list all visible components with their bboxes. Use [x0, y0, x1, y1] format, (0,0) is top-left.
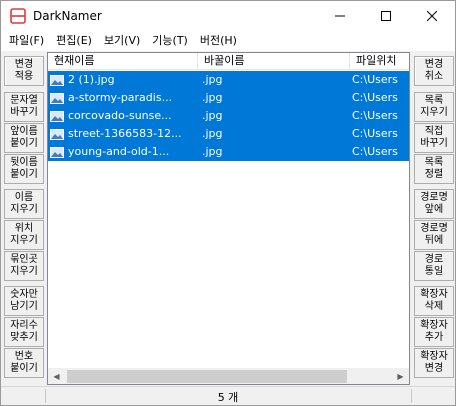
- menu-bar: 파일(F) 편집(E) 보기(V) 기능(T) 버전(H): [1, 31, 455, 51]
- menu-view[interactable]: 보기(V): [98, 32, 146, 50]
- list-item[interactable]: 2 (1).jpg .jpg C:\Users: [48, 71, 409, 89]
- current-name-cell: 2 (1).jpg: [68, 73, 115, 86]
- maximize-icon: [381, 11, 391, 21]
- minimize-icon: [335, 15, 345, 17]
- maximize-button[interactable]: [363, 1, 409, 31]
- path-cell: C:\Users: [352, 145, 398, 158]
- menu-version[interactable]: 버전(H): [194, 32, 243, 50]
- status-bar: 5 개: [1, 386, 455, 405]
- list-item[interactable]: a-stormy-paradis... .jpg C:\Users: [48, 89, 409, 107]
- clear-list-button[interactable]: 목록 지우기: [414, 92, 454, 122]
- add-number-button[interactable]: 번호 붙이기: [4, 348, 44, 378]
- column-current-name[interactable]: 현재이름: [48, 53, 198, 70]
- unify-path-button[interactable]: 경로 통일: [414, 251, 454, 281]
- column-file-path[interactable]: 파일위치: [350, 53, 409, 70]
- keep-numbers-button[interactable]: 숫자만 남기기: [4, 286, 44, 316]
- scroll-left-icon[interactable]: ◀: [48, 368, 65, 384]
- replace-string-button[interactable]: 문자열 바꾸기: [4, 92, 44, 122]
- direct-rename-button[interactable]: 직접 바꾸기: [414, 123, 454, 153]
- image-file-icon: [48, 107, 66, 125]
- add-suffix-button[interactable]: 뒷이름 붙이기: [4, 154, 44, 184]
- delete-extension-button[interactable]: 확장자 삭제: [414, 286, 454, 316]
- image-file-icon: [48, 125, 66, 143]
- path-name-before-button[interactable]: 경로명 앞에: [414, 189, 454, 219]
- current-name-cell: corcovado-sunse...: [68, 109, 172, 122]
- list-item[interactable]: corcovado-sunse... .jpg C:\Users: [48, 107, 409, 125]
- window-title: DarkNamer: [33, 9, 102, 23]
- remove-name-button[interactable]: 이름 지우기: [4, 189, 44, 219]
- sort-list-button[interactable]: 목록 정렬: [414, 154, 454, 184]
- image-file-icon: [48, 143, 66, 161]
- minimize-button[interactable]: [317, 1, 363, 31]
- undo-changes-button[interactable]: 변경 취소: [414, 56, 454, 86]
- new-name-cell: .jpg: [202, 109, 223, 122]
- file-list[interactable]: 현재이름 바꿀이름 파일위치 2 (1).jpg .jpg C:\Users a…: [47, 52, 410, 385]
- status-divider: [411, 389, 412, 403]
- current-name-cell: street-1366583-12...: [68, 127, 182, 140]
- horizontal-scrollbar[interactable]: ◀ ▶: [48, 368, 409, 384]
- path-cell: C:\Users: [352, 73, 398, 86]
- scroll-right-icon[interactable]: ▶: [392, 368, 409, 384]
- path-cell: C:\Users: [352, 109, 398, 122]
- path-cell: C:\Users: [352, 91, 398, 104]
- app-logo-icon: [10, 8, 26, 24]
- list-header: 현재이름 바꿀이름 파일위치: [48, 53, 409, 70]
- change-extension-button[interactable]: 확장자 변경: [414, 348, 454, 378]
- new-name-cell: .jpg: [202, 145, 223, 158]
- title-bar[interactable]: DarkNamer: [1, 1, 455, 31]
- add-prefix-button[interactable]: 앞이름 붙이기: [4, 123, 44, 153]
- new-name-cell: .jpg: [202, 91, 223, 104]
- file-count: 5 개: [217, 391, 239, 404]
- current-name-cell: young-and-old-1...: [68, 145, 170, 158]
- apply-changes-button[interactable]: 변경 적용: [4, 56, 44, 86]
- add-extension-button[interactable]: 확장자 추가: [414, 317, 454, 347]
- path-cell: C:\Users: [352, 127, 398, 140]
- list-item[interactable]: street-1366583-12... .jpg C:\Users: [48, 125, 409, 143]
- close-button[interactable]: [409, 1, 455, 31]
- app-window: DarkNamer 파일(F) 편집(E) 보기(V) 기능(T) 버전(H) …: [0, 0, 456, 406]
- pad-digits-button[interactable]: 자리수 맞추기: [4, 317, 44, 347]
- menu-tools[interactable]: 기능(T): [146, 32, 194, 50]
- scrollbar-thumb[interactable]: [67, 370, 347, 383]
- column-new-name[interactable]: 바꿀이름: [198, 53, 350, 70]
- path-name-after-button[interactable]: 경로명 뒤에: [414, 220, 454, 250]
- remove-position-button[interactable]: 위치 지우기: [4, 220, 44, 250]
- close-icon: [427, 11, 437, 21]
- image-file-icon: [48, 89, 66, 107]
- new-name-cell: .jpg: [202, 127, 223, 140]
- menu-file[interactable]: 파일(F): [3, 32, 50, 50]
- list-item[interactable]: young-and-old-1... .jpg C:\Users: [48, 143, 409, 161]
- list-rows: 2 (1).jpg .jpg C:\Users a-stormy-paradis…: [48, 71, 409, 161]
- image-file-icon: [48, 71, 66, 89]
- new-name-cell: .jpg: [202, 73, 223, 86]
- current-name-cell: a-stormy-paradis...: [68, 91, 173, 104]
- menu-edit[interactable]: 편집(E): [50, 32, 98, 50]
- remove-bracketed-button[interactable]: 묶인곳 지우기: [4, 251, 44, 281]
